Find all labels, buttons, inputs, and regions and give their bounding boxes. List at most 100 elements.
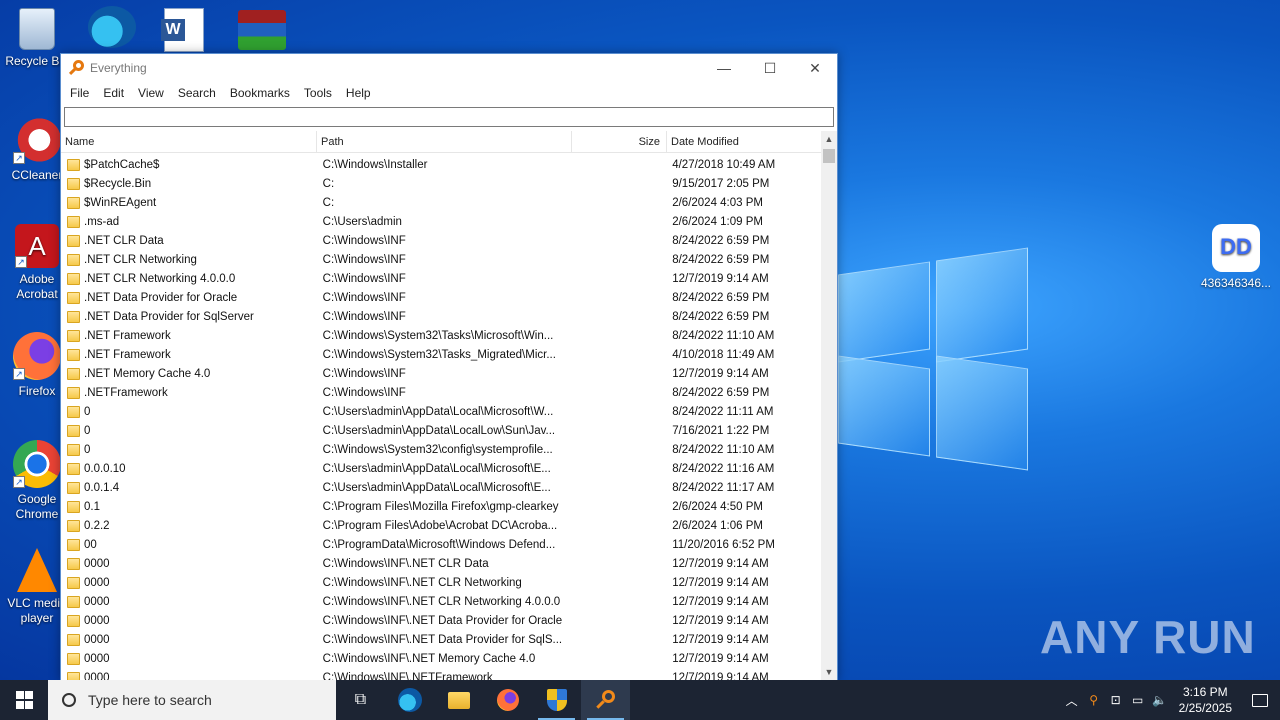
table-row[interactable]: 0000 C:\Windows\INF\.NET CLR Networking 12…: [61, 573, 821, 592]
scroll-thumb[interactable]: [823, 149, 835, 163]
menu-search[interactable]: Search: [171, 86, 223, 100]
folder-icon: [67, 633, 80, 646]
menu-edit[interactable]: Edit: [96, 86, 131, 100]
table-row[interactable]: .NET Data Provider for Oracle C:\Windows\…: [61, 288, 821, 307]
table-row[interactable]: 0.2.2 C:\Program Files\Adobe\Acrobat DC\A…: [61, 516, 821, 535]
taskbar-firefox[interactable]: [483, 680, 532, 720]
title-bar[interactable]: Everything — ☐ ✕: [61, 54, 837, 82]
file-name: $WinREAgent: [84, 196, 157, 209]
table-row[interactable]: 0.0.1.4 C:\Users\admin\AppData\Local\Micr…: [61, 478, 821, 497]
search-input[interactable]: [65, 108, 833, 126]
table-row[interactable]: 0000 C:\Windows\INF\.NET Data Provider fo…: [61, 611, 821, 630]
search-box: [64, 107, 834, 127]
firefox-icon: [496, 689, 519, 711]
folder-icon: [67, 196, 80, 209]
file-name: 0.2.2: [84, 519, 110, 532]
everything-icon: [595, 690, 616, 710]
taskbar-edge[interactable]: [385, 680, 434, 720]
taskbar-security[interactable]: [532, 680, 581, 720]
table-row[interactable]: $Recycle.Bin C: 9/15/2017 2:05 PM: [61, 174, 821, 193]
desktop-icon-dd-app[interactable]: DD 436346346...: [1200, 224, 1272, 291]
column-header-date[interactable]: Date Modified: [667, 131, 822, 153]
scroll-up-arrow-icon[interactable]: ▲: [821, 131, 837, 148]
column-header-name[interactable]: Name: [61, 131, 317, 153]
table-row[interactable]: $WinREAgent C: 2/6/2024 4:03 PM: [61, 193, 821, 212]
table-row[interactable]: .NET CLR Networking C:\Windows\INF 8/24/20…: [61, 250, 821, 269]
table-row[interactable]: 0000 C:\Windows\INF\.NET CLR Networking 4…: [61, 592, 821, 611]
table-row[interactable]: 0 C:\Users\admin\AppData\Local\Microsoft\…: [61, 402, 821, 421]
close-button[interactable]: ✕: [792, 54, 838, 82]
table-row[interactable]: 0.0.0.10 C:\Users\admin\AppData\Local\Mic…: [61, 459, 821, 478]
clock[interactable]: 3:16 PM 2/25/2025: [1171, 684, 1240, 716]
table-row[interactable]: .NET CLR Networking 4.0.0.0 C:\Windows\IN…: [61, 269, 821, 288]
table-row[interactable]: 0.1 C:\Program Files\Mozilla Firefox\gmp-…: [61, 497, 821, 516]
cell-name: .NET CLR Networking 4.0.0.0: [61, 272, 317, 285]
taskbar-search[interactable]: Type here to search: [48, 680, 336, 720]
table-row[interactable]: .NETFramework C:\Windows\INF 8/24/2022 6:5…: [61, 383, 821, 402]
file-name: $Recycle.Bin: [84, 177, 152, 190]
taskbar-everything[interactable]: [581, 680, 630, 720]
cell-name: 0000: [61, 633, 317, 646]
menu-file[interactable]: File: [63, 86, 96, 100]
maximize-button[interactable]: ☐: [747, 54, 793, 82]
table-row[interactable]: 0000 C:\Windows\INF\.NET Data Provider fo…: [61, 630, 821, 649]
start-button[interactable]: [0, 680, 48, 720]
file-name: .NET CLR Networking 4.0.0.0: [84, 272, 236, 285]
task-view-button[interactable]: ⧉: [336, 680, 385, 720]
cell-path: C:\Users\admin\AppData\LocalLow\Sun\Jav.…: [322, 424, 556, 437]
table-row[interactable]: 00 C:\ProgramData\Microsoft\Windows Defen…: [61, 535, 821, 554]
table-row[interactable]: .ms-ad C:\Users\admin 2/6/2024 1:09 PM: [61, 212, 821, 231]
table-row[interactable]: 0000 C:\Windows\INF\.NET Memory Cache 4.0…: [61, 649, 821, 668]
table-row[interactable]: 0 C:\Windows\System32\config\systemprofil…: [61, 440, 821, 459]
vertical-scrollbar[interactable]: ▲ ▼: [821, 131, 837, 681]
table-row[interactable]: .NET CLR Data C:\Windows\INF 8/24/2022 6:5…: [61, 231, 821, 250]
table-row[interactable]: $PatchCache$ C:\Windows\Installer 4/27/201…: [61, 155, 821, 174]
folder-icon: [67, 215, 80, 228]
cell-date: 2/6/2024 1:09 PM: [672, 215, 763, 228]
minimize-button[interactable]: —: [701, 54, 747, 82]
cell-path: C:\Windows\System32\Tasks\Microsoft\Win.…: [322, 329, 554, 342]
word-desktop-icon[interactable]: W: [161, 8, 204, 52]
menu-help[interactable]: Help: [339, 86, 378, 100]
taskbar-file-explorer[interactable]: [434, 680, 483, 720]
cell-date: 2/6/2024 1:06 PM: [672, 519, 763, 532]
column-header-size[interactable]: Size: [572, 131, 667, 153]
file-name: 0.0.1.4: [84, 481, 120, 494]
column-header-path[interactable]: Path: [317, 131, 572, 153]
results-list: Name Path Size Date Modified $PatchCache…: [61, 131, 837, 681]
table-row[interactable]: .NET Framework C:\Windows\System32\Tasks_…: [61, 345, 821, 364]
folder-icon: [67, 272, 80, 285]
scroll-down-arrow-icon[interactable]: ▼: [821, 664, 837, 681]
winrar-desktop-icon[interactable]: [238, 10, 286, 50]
everything-tray-icon[interactable]: ⚲: [1083, 693, 1105, 707]
task-view-icon: ⧉: [354, 691, 367, 708]
file-name: 0000: [84, 614, 110, 627]
cell-name: 0.2.2: [61, 519, 317, 532]
volume-icon[interactable]: 🔈: [1149, 693, 1171, 707]
cell-date: 7/16/2021 1:22 PM: [672, 424, 770, 437]
cell-name: 0.1: [61, 500, 317, 513]
table-row[interactable]: .NET Data Provider for SqlServer C:\Windo…: [61, 307, 821, 326]
notification-button[interactable]: [1240, 680, 1280, 720]
table-row[interactable]: 0 C:\Users\admin\AppData\LocalLow\Sun\Jav…: [61, 421, 821, 440]
edge-desktop-icon[interactable]: [88, 6, 136, 48]
file-name: .NET CLR Networking: [84, 253, 197, 266]
menu-tools[interactable]: Tools: [297, 86, 339, 100]
usb-device-icon[interactable]: ⊡: [1105, 693, 1127, 707]
menu-view[interactable]: View: [131, 86, 171, 100]
chrome-icon: ↗: [13, 440, 61, 488]
table-row[interactable]: .NET Memory Cache 4.0 C:\Windows\INF 12/7/…: [61, 364, 821, 383]
cell-path: C:\Users\admin\AppData\Local\Microsoft\W…: [322, 405, 554, 418]
cell-name: 0: [61, 443, 317, 456]
network-icon[interactable]: ▭: [1127, 693, 1149, 707]
cell-date: 11/20/2016 6:52 PM: [672, 538, 775, 551]
cell-path: C:\Windows\INF: [322, 367, 406, 380]
menu-bookmarks[interactable]: Bookmarks: [223, 86, 297, 100]
table-row[interactable]: .NET Framework C:\Windows\System32\Tasks\…: [61, 326, 821, 345]
vlc-icon: [17, 548, 57, 592]
file-name: 0.0.0.10: [84, 462, 126, 475]
folder-icon: [67, 253, 80, 266]
chevron-up-icon[interactable]: ︿: [1061, 692, 1083, 709]
table-row[interactable]: 0000 C:\Windows\INF\.NET CLR Data 12/7/201…: [61, 554, 821, 573]
cell-path: C:\Windows\INF\.NET CLR Networking 4.0.0…: [322, 595, 561, 608]
